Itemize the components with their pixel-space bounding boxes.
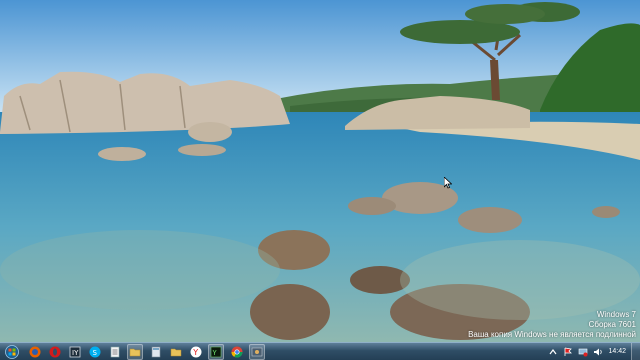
folder-taskbar-button[interactable]	[127, 343, 143, 360]
document-taskbar-button[interactable]	[108, 345, 122, 359]
os-name-label: Windows 7	[596, 310, 636, 319]
mouse-cursor-icon	[443, 176, 453, 194]
document-icon	[110, 346, 120, 357]
show-hidden-icons-button[interactable]	[548, 347, 558, 357]
start-button[interactable]	[2, 344, 22, 360]
terminal-taskbar-button[interactable]: Y	[208, 343, 224, 360]
calculator-taskbar-button[interactable]	[149, 345, 163, 359]
volume-tray-button[interactable]	[593, 347, 603, 357]
network-tray-button[interactable]	[578, 347, 588, 357]
firefox-taskbar-button[interactable]	[28, 345, 42, 359]
show-desktop-button[interactable]	[631, 343, 640, 360]
build-label: Сборка 7601	[588, 320, 636, 329]
start-orb-icon	[5, 344, 19, 359]
chevron-up-icon	[549, 348, 557, 354]
terminal-icon: Y	[210, 346, 222, 357]
folder-icon	[170, 348, 182, 356]
desktop-wallpaper	[0, 0, 640, 342]
yandex-browser-icon: Y	[190, 346, 202, 357]
svg-text:IY: IY	[72, 349, 79, 357]
genuine-notice-label: Ваша копия Windows не является подлинной	[468, 330, 636, 339]
action-center-flag-icon	[565, 347, 573, 356]
skype-icon: S	[89, 346, 101, 357]
volume-icon	[594, 348, 603, 355]
yandex-browser-taskbar-button[interactable]: Y	[189, 345, 203, 359]
app-window-icon: IY	[69, 346, 81, 357]
svg-text:S: S	[93, 349, 98, 357]
firefox-icon	[29, 346, 41, 357]
chrome-taskbar-button[interactable]	[230, 345, 244, 359]
system-tray: 14:42	[548, 343, 640, 360]
opera-icon	[49, 346, 61, 357]
app-window-taskbar-button[interactable]: IY	[68, 345, 82, 359]
clock[interactable]: 14:42	[608, 348, 626, 355]
calculator-icon	[151, 346, 161, 357]
media-icon	[251, 347, 263, 356]
network-icon	[579, 348, 588, 356]
folder-taskbar-button-2[interactable]	[169, 345, 183, 359]
flag-tray-button[interactable]	[563, 347, 573, 357]
skype-taskbar-button[interactable]: S	[88, 345, 102, 359]
taskbar: IY S Y Y 14:42	[0, 342, 640, 360]
svg-text:Y: Y	[192, 348, 198, 357]
opera-taskbar-button[interactable]	[48, 345, 62, 359]
chrome-icon	[231, 346, 243, 358]
media-taskbar-button[interactable]	[249, 343, 265, 360]
wallpaper-scene	[0, 0, 640, 342]
folder-icon	[129, 348, 141, 356]
activation-watermark: Windows 7 Сборка 7601 Ваша копия Windows…	[468, 310, 636, 340]
